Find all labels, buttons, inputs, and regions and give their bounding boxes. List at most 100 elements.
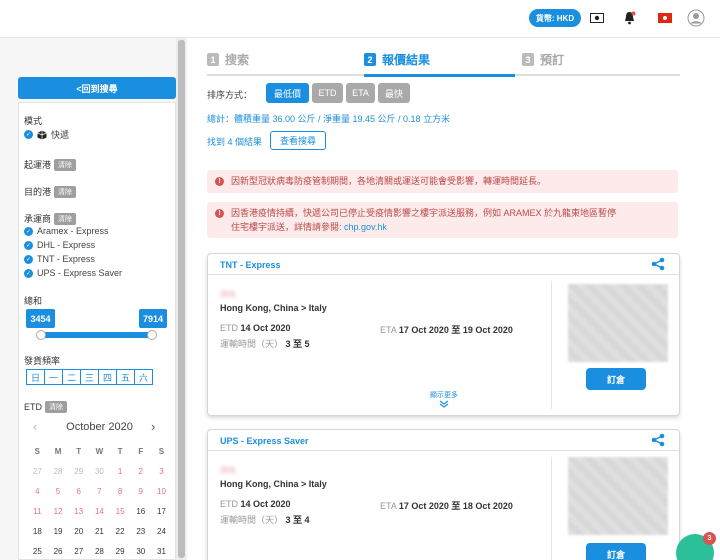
carrier-label: 承運商 清除 [24, 212, 77, 225]
calendar-day[interactable]: 17 [151, 505, 172, 525]
range-max-handle[interactable] [147, 330, 157, 340]
calendar-day: 7 [97, 487, 102, 496]
calendar-day[interactable]: 24 [151, 525, 172, 545]
carrier-option[interactable]: ✓ UPS - Express Saver [24, 268, 122, 278]
user-avatar-icon[interactable] [686, 8, 706, 28]
card-header: TNT - Express [208, 254, 679, 275]
hk-flag-icon[interactable] [657, 10, 673, 26]
chat-badge: 3 [703, 532, 716, 545]
step-label: 預訂 [540, 53, 565, 67]
mode-option[interactable]: ✓ 快遞 [24, 128, 69, 141]
weekday-label: T [117, 447, 123, 456]
calendar-day[interactable]: 28 [89, 545, 110, 560]
calendar-day: 27 [32, 467, 42, 476]
check-icon: ✓ [24, 130, 33, 139]
day-button[interactable]: 日 [26, 369, 45, 385]
carrier-clear-button[interactable]: 清除 [54, 213, 77, 225]
step-search[interactable]: 1 搜索 [207, 51, 249, 68]
calendar-day[interactable]: 18 [27, 525, 48, 545]
show-more-button[interactable]: 顯示更多 [426, 390, 462, 410]
day-button[interactable]: 一 [44, 369, 63, 385]
back-to-search-button[interactable]: <回到搜尋 [18, 77, 176, 99]
origin-clear-button[interactable]: 清除 [54, 159, 77, 171]
mode-label: 模式 [24, 116, 43, 126]
calendar-day: 14 [94, 507, 104, 516]
frequency-label: 發貨頻率 [24, 356, 61, 366]
calendar-day: 8 [117, 487, 123, 496]
calendar-next-icon[interactable]: › [151, 419, 155, 434]
card-eta: ETA 17 Oct 2020 至 18 Oct 2020 [380, 501, 513, 511]
day-button[interactable]: 五 [116, 369, 135, 385]
share-icon[interactable] [651, 433, 665, 447]
share-icon[interactable] [651, 257, 665, 271]
alert-icon: ! [215, 209, 224, 218]
day-button[interactable]: 六 [134, 369, 153, 385]
carrier-option[interactable]: ✓ TNT - Express [24, 254, 95, 264]
calendar-week: 11 12 13 14 15 16 17 [27, 505, 172, 525]
calendar-day[interactable]: 31 [151, 545, 172, 560]
carrier-option[interactable]: ✓ Aramex - Express [24, 226, 109, 236]
calendar-day[interactable]: 19 [48, 525, 69, 545]
etd-calendar: ‹ October 2020 › S M T W T F S 27 28 29 … [27, 415, 172, 556]
carrier-option[interactable]: ✓ DHL - Express [24, 240, 95, 250]
card-header: UPS - Express Saver [208, 430, 679, 451]
day-button[interactable]: 二 [62, 369, 81, 385]
day-button[interactable]: 三 [80, 369, 99, 385]
calendar-day: 11 [33, 507, 42, 516]
check-icon: ✓ [24, 254, 33, 264]
bell-icon[interactable] [621, 10, 637, 26]
check-icon: ✓ [24, 240, 33, 250]
calendar-day[interactable]: 25 [27, 545, 48, 560]
book-button[interactable]: 訂倉 [586, 543, 646, 560]
chp-link[interactable]: chp.gov.hk [344, 222, 387, 232]
calendar-day[interactable]: 29 [110, 545, 131, 560]
currency-selector[interactable]: 貨幣: HKD [529, 9, 581, 27]
weight-totals: 總計：體積重量 36.00 公斤 / 淨重量 19.45 公斤 / 0.18 立… [207, 114, 451, 124]
sort-lowest-price-button[interactable]: 最低價 [266, 83, 309, 103]
calendar-week: 25 26 27 28 29 30 31 [27, 545, 172, 560]
view-search-button[interactable]: 查看搜尋 [270, 131, 326, 150]
step-label: 搜索 [225, 53, 250, 67]
sidebar-scrollbar-thumb[interactable] [178, 40, 185, 558]
calendar-day: 29 [74, 467, 84, 476]
step-label: 報價結果 [382, 53, 431, 67]
calendar-day[interactable]: 26 [48, 545, 69, 560]
quote-card: UPS - Express Saver 價格 Hong Kong, China … [207, 429, 680, 560]
calendar-day: 2 [138, 467, 143, 476]
calendar-day[interactable]: 16 [130, 505, 151, 525]
calendar-day[interactable]: 20 [68, 525, 89, 545]
card-divider [551, 457, 552, 560]
calendar-day[interactable]: 22 [110, 525, 131, 545]
day-button[interactable]: 四 [98, 369, 117, 385]
calendar-day[interactable]: 30 [130, 545, 151, 560]
range-slider-track[interactable] [38, 332, 156, 338]
calendar-day[interactable]: 23 [130, 525, 151, 545]
card-title: TNT - Express [220, 260, 281, 270]
check-icon: ✓ [24, 268, 33, 278]
sort-label: 排序方式： [207, 90, 253, 100]
dest-clear-button[interactable]: 清除 [54, 186, 77, 198]
calendar-day: 4 [35, 487, 40, 496]
alert-hk-delivery: ! 因香港疫情持續，快遞公司已停止受疫情影響之樓宇派送服務，例如 ARAMEX … [207, 202, 678, 238]
step-booking: 3 預訂 [522, 51, 564, 68]
calendar-day[interactable]: 21 [89, 525, 110, 545]
calendar-day: 28 [53, 467, 63, 476]
calendar-header: ‹ October 2020 › [27, 415, 172, 437]
sort-eta-button[interactable]: ETA [346, 83, 375, 103]
money-icon[interactable] [589, 10, 605, 26]
book-button[interactable]: 訂倉 [586, 368, 646, 390]
calendar-day[interactable]: 27 [68, 545, 89, 560]
calendar-day: 30 [94, 467, 104, 476]
chevron-down-icon [439, 400, 449, 408]
alert-covid: ! 因新型冠狀病毒防疫管制期間，各地清關或運送可能會受影響，轉運時間延長。 [207, 170, 678, 193]
quote-card: TNT - Express 價格 Hong Kong, China > Ital… [207, 253, 680, 416]
sort-fastest-button[interactable]: 最快 [378, 83, 410, 103]
range-min-handle[interactable] [36, 330, 46, 340]
carrier-logo [568, 284, 668, 362]
total-label: 總和 [24, 296, 43, 306]
calendar-day: 9 [138, 487, 143, 496]
step-results: 2 報價結果 [364, 51, 430, 68]
calendar-day: 5 [55, 487, 61, 496]
sort-etd-button[interactable]: ETD [312, 83, 343, 103]
etd-clear-button[interactable]: 清除 [45, 401, 67, 413]
